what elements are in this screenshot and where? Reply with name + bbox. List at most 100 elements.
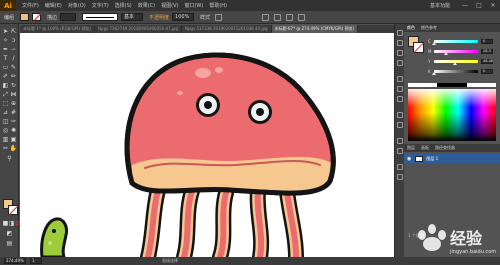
- free-transform-tool-icon[interactable]: ⬚: [2, 100, 9, 107]
- selection-tool-icon[interactable]: ➤: [2, 28, 9, 35]
- artboards-panel-icon[interactable]: [397, 148, 403, 154]
- pencil-tool-icon[interactable]: ✏: [10, 73, 17, 80]
- curvature-tool-icon[interactable]: ∽: [10, 46, 17, 53]
- draw-mode-icon[interactable]: ◩: [6, 230, 13, 237]
- maximize-button[interactable]: □: [472, 0, 486, 11]
- document-tab[interactable]: Npgs 7362749 20180905000350 d7.jpg: [95, 25, 183, 33]
- shape-builder-tool-icon[interactable]: ⊕: [10, 100, 17, 107]
- tab-color[interactable]: 颜色: [407, 25, 415, 31]
- layer-row[interactable]: ◉ 图层 1: [404, 154, 500, 163]
- panel-stroke-box[interactable]: [413, 42, 424, 53]
- line-tool-icon[interactable]: /: [10, 55, 17, 62]
- gradient-tool-icon[interactable]: ◫: [2, 118, 9, 125]
- artboard-canvas[interactable]: [20, 33, 394, 257]
- artboard-number-field[interactable]: 1: [30, 258, 42, 264]
- brush-definition-field[interactable]: 基本: [121, 13, 144, 21]
- menu-effect[interactable]: 效果(C): [138, 2, 155, 9]
- blend-tool-icon[interactable]: ◎: [2, 127, 9, 134]
- menu-view[interactable]: 视图(V): [161, 2, 178, 9]
- variable-width-profile[interactable]: [82, 13, 119, 21]
- graphic-styles-panel-icon[interactable]: [397, 122, 403, 128]
- direct-selection-tool-icon[interactable]: ⇱: [10, 28, 17, 35]
- swatches-panel-icon[interactable]: [397, 40, 403, 46]
- visibility-eye-icon[interactable]: ◉: [407, 156, 411, 162]
- stroke-swatch[interactable]: [32, 13, 42, 21]
- eyedropper-tool-icon[interactable]: ✑: [10, 118, 17, 125]
- align-panel-icon[interactable]: [397, 164, 403, 170]
- slider-track[interactable]: [434, 59, 478, 65]
- slider-value[interactable]: 28.3: [481, 48, 493, 54]
- layer-name[interactable]: 图层 1: [426, 156, 438, 162]
- slider-knob[interactable]: [453, 61, 458, 65]
- slice-tool-icon[interactable]: ✂: [2, 145, 9, 152]
- eraser-tool-icon[interactable]: ◧: [2, 82, 9, 89]
- slider-knob[interactable]: [444, 51, 449, 55]
- document-tab[interactable]: Npgs 537338 2019020015261038 40.jpg: [182, 25, 272, 33]
- slider-track[interactable]: [434, 49, 478, 55]
- pen-tool-icon[interactable]: ✒: [2, 46, 9, 53]
- color-spectrum[interactable]: [408, 89, 496, 141]
- hand-tool-icon[interactable]: ✋: [10, 145, 17, 152]
- screen-mode-icon[interactable]: ▤: [6, 240, 13, 247]
- layers-panel-icon[interactable]: [397, 138, 403, 144]
- appearance-panel-icon[interactable]: [397, 112, 403, 118]
- stroke-weight-field[interactable]: [60, 13, 77, 21]
- menu-help[interactable]: 帮助(H): [209, 2, 227, 9]
- lasso-tool-icon[interactable]: ↄ: [10, 37, 17, 44]
- color-panel-icon[interactable]: [397, 30, 403, 36]
- transparency-panel-icon[interactable]: [397, 96, 403, 102]
- paintbrush-tool-icon[interactable]: ✎: [10, 64, 17, 71]
- menu-type[interactable]: 文字(T): [92, 2, 109, 9]
- transform-icon[interactable]: [274, 13, 282, 21]
- style-swatch-icon[interactable]: [215, 13, 223, 21]
- panel-menu-icon[interactable]: [298, 13, 306, 21]
- document-tab-active[interactable]: 未标题-67* @ 274.49% (CMYK/GPU 预览): [271, 25, 359, 33]
- rotate-tool-icon[interactable]: ↻: [10, 82, 17, 89]
- brushes-panel-icon[interactable]: [397, 50, 403, 56]
- slider-track[interactable]: [432, 39, 478, 45]
- symbol-sprayer-tool-icon[interactable]: ✺: [10, 127, 17, 134]
- slider-value[interactable]: 0: [481, 68, 493, 74]
- none-black-white-swatches[interactable]: [408, 83, 496, 87]
- stroke-panel-icon[interactable]: [397, 76, 403, 82]
- symbols-panel-icon[interactable]: [397, 60, 403, 66]
- align-icon[interactable]: [262, 13, 270, 21]
- magic-wand-tool-icon[interactable]: ✧: [2, 37, 9, 44]
- slider-track[interactable]: [432, 69, 478, 75]
- close-button[interactable]: ✕: [486, 0, 500, 11]
- slider-value[interactable]: 48.48: [481, 58, 493, 64]
- workspace-switcher[interactable]: 基本功能: [430, 2, 450, 9]
- slider-value[interactable]: 0: [481, 38, 493, 44]
- fill-swatch[interactable]: [20, 13, 30, 21]
- column-graph-tool-icon[interactable]: ▥: [2, 136, 9, 143]
- type-tool-icon[interactable]: T: [2, 55, 9, 62]
- slider-knob[interactable]: [432, 41, 436, 45]
- tab-color-guide[interactable]: 颜色参考: [421, 25, 437, 31]
- minimize-button[interactable]: —: [458, 0, 472, 11]
- menu-file[interactable]: 文件(F): [22, 2, 39, 9]
- shaper-tool-icon[interactable]: ✐: [2, 73, 9, 80]
- menu-window[interactable]: 窗口(W): [184, 2, 203, 9]
- opacity-field[interactable]: 100%: [172, 13, 195, 21]
- tab-layers[interactable]: 图层: [407, 145, 415, 151]
- tab-pathfinder[interactable]: 路径查找器: [435, 145, 455, 151]
- stroke-color-box[interactable]: [8, 205, 18, 215]
- perspective-grid-tool-icon[interactable]: ⊿: [2, 109, 9, 116]
- menu-select[interactable]: 选择(S): [115, 2, 132, 9]
- panel-dock-icons: [394, 24, 404, 257]
- tab-artboards[interactable]: 画板: [421, 145, 429, 151]
- mesh-tool-icon[interactable]: #: [10, 109, 17, 116]
- rectangle-tool-icon[interactable]: ▭: [2, 64, 9, 71]
- slider-knob[interactable]: [432, 71, 436, 75]
- zoom-level-field[interactable]: 274.49%: [4, 258, 26, 264]
- artboard-tool-icon[interactable]: ▣: [10, 136, 17, 143]
- zoom-tool-icon[interactable]: ⚲: [6, 155, 13, 162]
- document-tab[interactable]: 未标题-1* @ 100% (RGB/GPU 预览): [20, 25, 96, 33]
- menu-object[interactable]: 对象(O): [68, 2, 86, 9]
- width-tool-icon[interactable]: ⋈: [10, 91, 17, 98]
- menu-edit[interactable]: 编辑(E): [45, 2, 62, 9]
- isolate-icon[interactable]: [286, 13, 294, 21]
- gradient-panel-icon[interactable]: [397, 86, 403, 92]
- scale-tool-icon[interactable]: ⤢: [2, 91, 9, 98]
- transform-panel-icon[interactable]: [397, 174, 403, 180]
